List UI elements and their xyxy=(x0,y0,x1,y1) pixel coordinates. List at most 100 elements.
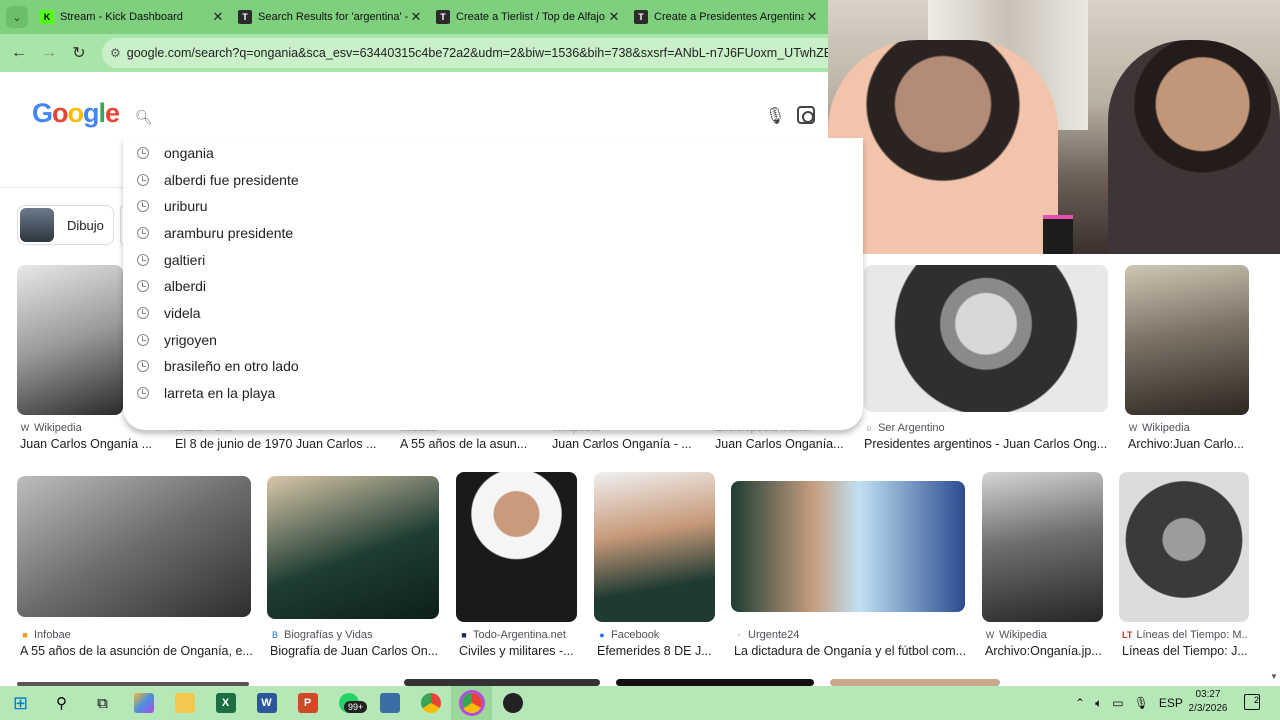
network-icon[interactable]: ▭ xyxy=(1112,696,1123,710)
result-caption[interactable]: Presidentes argentinos - Juan Carlos Ong… xyxy=(864,437,1109,451)
suggestion-item[interactable]: uriburu xyxy=(123,193,863,219)
microphone-icon[interactable]: 🎙︎ xyxy=(765,106,785,126)
history-icon xyxy=(137,334,149,346)
close-icon[interactable]: ✕ xyxy=(606,9,622,25)
tab-presidentes[interactable]: T Create a Presidentes Argentina ✕ xyxy=(628,0,826,34)
close-icon[interactable]: ✕ xyxy=(210,9,226,25)
suggestion-item[interactable]: ongania xyxy=(123,140,863,166)
result-source[interactable]: ● Facebook xyxy=(597,629,659,641)
suggestion-item[interactable]: aramburu presidente xyxy=(123,220,863,246)
image-result[interactable] xyxy=(864,265,1108,412)
obs-icon[interactable] xyxy=(492,686,533,720)
result-caption[interactable]: A 55 años de la asunción de Onganía, e..… xyxy=(20,644,252,658)
clock-time: 03:27 xyxy=(1195,689,1221,700)
tab-kick-dashboard[interactable]: K Stream - Kick Dashboard ✕ xyxy=(34,0,232,34)
result-caption[interactable]: Biografía de Juan Carlos On... xyxy=(270,644,440,658)
chrome-icon[interactable] xyxy=(410,686,451,720)
copilot-icon[interactable] xyxy=(123,686,164,720)
image-result[interactable] xyxy=(17,476,251,617)
suggestion-item[interactable]: brasileño en otro lado xyxy=(123,353,863,379)
result-caption[interactable]: Líneas del Tiempo: J... xyxy=(1122,644,1248,658)
result-source[interactable]: W Wikipedia xyxy=(20,422,82,434)
site-info-icon[interactable]: ⚙ xyxy=(110,46,121,60)
language-indicator[interactable]: ESP xyxy=(1159,696,1183,710)
task-view-icon[interactable]: ⧉ xyxy=(82,686,123,720)
url-bar[interactable]: ⚙ google.com/search?q=ongania&sca_esv=63… xyxy=(102,38,828,68)
wikipedia-icon: W xyxy=(20,423,30,433)
taskbar-clock[interactable]: 03:27 2/3/2026 xyxy=(1188,688,1228,716)
result-caption[interactable]: Archivo:Onganía.jp... xyxy=(985,644,1103,658)
image-result[interactable] xyxy=(1119,472,1249,622)
url-text: google.com/search?q=ongania&sca_esv=6344… xyxy=(126,46,828,60)
close-icon[interactable]: ✕ xyxy=(804,9,820,25)
word-icon[interactable]: W xyxy=(246,686,287,720)
suggestion-item[interactable]: galtieri xyxy=(123,247,863,273)
tab-tierlist-alfajores[interactable]: T Create a Tierlist / Top de Alfajo ✕ xyxy=(430,0,628,34)
google-logo[interactable]: Google xyxy=(32,98,120,129)
image-result[interactable] xyxy=(17,265,123,415)
image-result[interactable] xyxy=(982,472,1103,622)
result-caption[interactable]: Juan Carlos Onganía... xyxy=(715,437,850,451)
image-result[interactable] xyxy=(456,472,577,622)
result-caption[interactable]: El 8 de junio de 1970 Juan Carlos ... xyxy=(175,437,385,451)
result-caption[interactable]: Juan Carlos Onganía ... xyxy=(20,437,155,451)
google-lens-icon[interactable] xyxy=(797,106,815,124)
suggestion-text: videla xyxy=(164,305,201,321)
suggestion-item[interactable]: larreta en la playa xyxy=(123,380,863,406)
image-result[interactable] xyxy=(1125,265,1249,415)
result-caption[interactable]: La dictadura de Onganía y el fútbol com.… xyxy=(734,644,966,658)
infobae-icon: ■ xyxy=(22,630,28,640)
volume-icon[interactable]: 🔈︎ xyxy=(1095,696,1102,711)
search-box[interactable]: 🔍︎ 🎙︎ xyxy=(123,95,828,139)
result-source[interactable]: W Wikipedia xyxy=(1128,422,1190,434)
search-icon[interactable]: ⚲ xyxy=(41,686,82,720)
history-icon xyxy=(137,200,149,212)
result-source[interactable]: ○ Ser Argentino xyxy=(864,422,944,434)
clock-date: 2/3/2026 xyxy=(1188,703,1228,714)
result-source[interactable]: ■ Todo-Argentina.net xyxy=(459,629,566,641)
source-name: Wikipedia xyxy=(999,629,1047,641)
file-explorer-icon[interactable] xyxy=(164,686,205,720)
result-caption[interactable]: Efemerides 8 DE J... xyxy=(597,644,715,658)
urgente24-icon: ◦ xyxy=(737,630,741,640)
notification-center-icon[interactable]: 2 xyxy=(1244,694,1260,710)
chevron-up-icon[interactable]: ⌃ xyxy=(1075,696,1085,710)
image-result[interactable] xyxy=(404,679,600,686)
back-arrow-icon[interactable]: ← xyxy=(4,44,34,62)
image-result[interactable] xyxy=(267,476,439,619)
result-caption[interactable]: Civiles y militares -... xyxy=(459,644,579,658)
result-caption[interactable]: Juan Carlos Onganía - ... xyxy=(552,437,697,451)
chrome-profile-icon[interactable] xyxy=(451,686,492,720)
result-source[interactable]: ◦ Urgente24 xyxy=(734,629,799,641)
scroll-down-arrow-icon[interactable]: ▼ xyxy=(1270,672,1278,681)
result-source[interactable]: LT Líneas del Tiempo: M... xyxy=(1122,629,1248,641)
image-result[interactable] xyxy=(830,679,1000,686)
suggestion-item[interactable]: alberdi fue presidente xyxy=(123,167,863,193)
tierlist-icon: T xyxy=(634,10,648,24)
powerpoint-icon[interactable]: P xyxy=(287,686,328,720)
suggestion-item[interactable]: alberdi xyxy=(123,273,863,299)
calculator-icon[interactable] xyxy=(369,686,410,720)
history-icon xyxy=(137,307,149,319)
windows-start-icon[interactable]: ⊞ xyxy=(0,686,41,720)
history-icon xyxy=(137,254,149,266)
filter-chip-dibujo[interactable]: Dibujo xyxy=(17,205,114,245)
image-result[interactable] xyxy=(616,679,814,686)
reload-icon[interactable]: ↻ xyxy=(64,43,94,63)
microphone-icon[interactable]: 🎙︎ xyxy=(1134,696,1149,710)
result-source[interactable]: B Biografías y Vidas xyxy=(270,629,372,641)
forward-arrow-icon[interactable]: → xyxy=(34,44,64,62)
tab-search-results[interactable]: T Search Results for 'argentina' - ✕ xyxy=(232,0,430,34)
suggestion-item[interactable]: yrigoyen xyxy=(123,327,863,353)
result-source[interactable]: ■ Infobae xyxy=(20,629,70,641)
search-input[interactable] xyxy=(162,108,643,126)
image-result[interactable] xyxy=(594,472,715,622)
tab-search-button[interactable]: ⌄ xyxy=(0,0,34,34)
close-icon[interactable]: ✕ xyxy=(408,9,424,25)
suggestion-item[interactable]: videla xyxy=(123,300,863,326)
result-caption[interactable]: Archivo:Juan Carlo... xyxy=(1128,437,1248,451)
result-source[interactable]: W Wikipedia xyxy=(985,629,1047,641)
excel-icon[interactable]: X xyxy=(205,686,246,720)
image-result[interactable] xyxy=(731,481,965,612)
result-caption[interactable]: A 55 años de la asun... xyxy=(400,437,535,451)
